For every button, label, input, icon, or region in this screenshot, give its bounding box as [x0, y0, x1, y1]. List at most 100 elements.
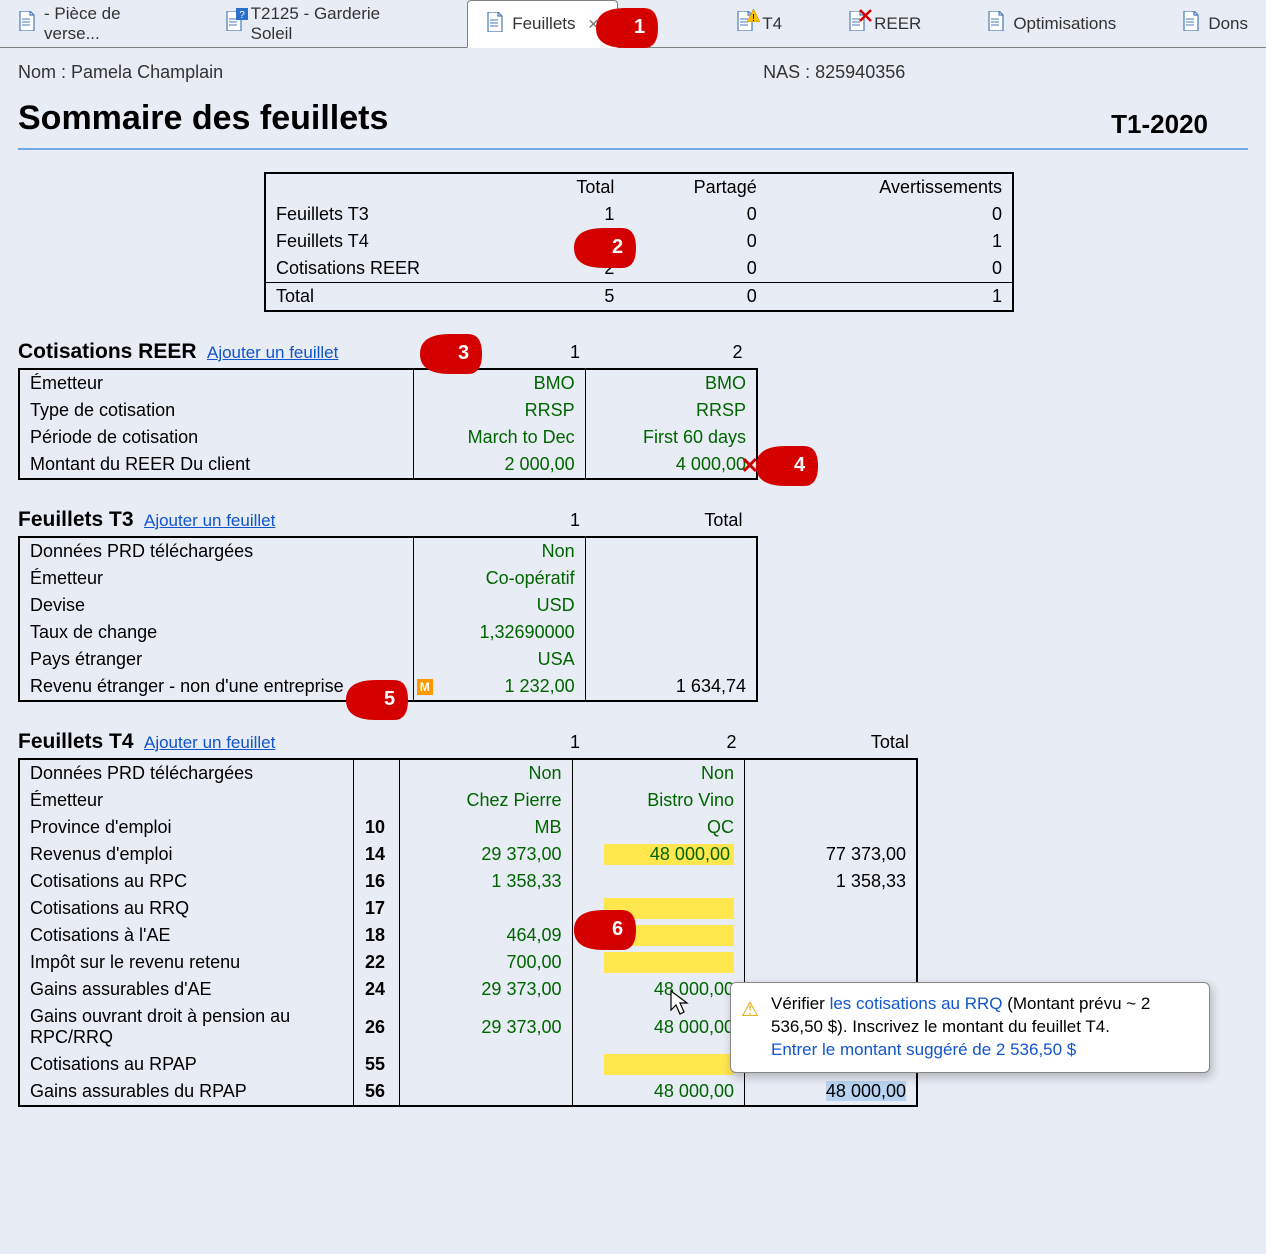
total-cell	[744, 814, 917, 841]
slip-cell[interactable]: 29 373,00	[400, 1003, 572, 1051]
slip-cell[interactable]	[572, 949, 744, 976]
row-label: Province d'emploi	[19, 814, 354, 841]
tab-feuillets[interactable]: Feuillets ✕	[467, 0, 618, 48]
section-t3: Feuillets T3 Ajouter un feuillet 1 Total…	[18, 508, 1248, 702]
box-number: 17	[354, 895, 400, 922]
col-total: Total	[584, 510, 742, 531]
tab-bar: - Pièce de verse... ? T2125 - Garderie S…	[0, 0, 1266, 48]
row-label: Impôt sur le revenu retenu	[19, 949, 354, 976]
row-label: Gains assurables du RPAP	[19, 1078, 354, 1106]
total-cell	[744, 787, 917, 814]
slip-cell[interactable]: 1 358,33	[400, 868, 572, 895]
box-number	[354, 787, 400, 814]
table-row: Gains assurables du RPAP5648 000,0048 00…	[19, 1078, 917, 1106]
divider	[18, 148, 1248, 150]
box-number: 16	[354, 868, 400, 895]
tab-label: - Pièce de verse...	[44, 4, 161, 44]
x-icon	[859, 9, 872, 22]
slip-cell[interactable]: Non	[400, 759, 572, 787]
question-icon: ?	[236, 8, 248, 20]
doc-icon: !	[736, 11, 754, 36]
slip-cell[interactable]	[572, 868, 744, 895]
tab-optimisations[interactable]: Optimisations	[969, 0, 1134, 47]
row-label: Cotisations à l'AE	[19, 922, 354, 949]
doc-icon	[486, 12, 504, 37]
doc-icon	[18, 11, 36, 36]
slip-cell[interactable]: 464,09	[400, 922, 572, 949]
col-total: Total	[741, 732, 909, 753]
close-icon[interactable]: ✕	[588, 16, 600, 33]
row-label: Revenus d'emploi	[19, 841, 354, 868]
doc-icon	[848, 11, 866, 36]
slip-cell[interactable]	[572, 1051, 744, 1078]
tab-dons[interactable]: Dons	[1164, 0, 1266, 47]
svg-text:!: !	[752, 13, 755, 22]
row-label: Cotisations au RPAP	[19, 1051, 354, 1078]
box-number: 24	[354, 976, 400, 1003]
col-1: 1	[18, 732, 580, 753]
tooltip-link-rrq[interactable]: les cotisations au RRQ	[830, 994, 1003, 1013]
client-info: Nom : Pamela Champlain NAS : 825940356	[18, 62, 1248, 83]
tab-piece[interactable]: - Pièce de verse...	[0, 0, 179, 47]
tax-year: T1-2020	[1111, 109, 1208, 140]
slip-cell[interactable]: Non	[572, 759, 744, 787]
box-number: 14	[354, 841, 400, 868]
total-cell	[744, 895, 917, 922]
total-cell	[744, 949, 917, 976]
row-label: Données PRD téléchargées	[19, 759, 354, 787]
warning-tooltip: ⚠ Vérifier les cotisations au RRQ (Monta…	[730, 982, 1210, 1073]
tab-reer[interactable]: REER	[830, 0, 939, 47]
tab-t2125[interactable]: ? T2125 - Garderie Soleil	[207, 0, 420, 47]
slip-cell[interactable]: QC	[572, 814, 744, 841]
slip-cell[interactable]: Chez Pierre	[400, 787, 572, 814]
slip-cell[interactable]: 48 000,00	[572, 976, 744, 1003]
table-row: Province d'emploi10MBQC	[19, 814, 917, 841]
slip-cell[interactable]	[400, 1078, 572, 1106]
tab-label: Dons	[1208, 14, 1248, 34]
warning-icon: !	[747, 9, 760, 22]
slip-cell[interactable]	[400, 1051, 572, 1078]
delete-x-icon[interactable]: ✕	[741, 453, 759, 479]
slip-cell[interactable]	[572, 895, 744, 922]
box-number: 22	[354, 949, 400, 976]
slip-cell[interactable]	[400, 895, 572, 922]
table-row: Données PRD téléchargées NonNon	[19, 759, 917, 787]
col-total: Total	[525, 173, 624, 201]
client-name: Pamela Champlain	[71, 62, 223, 82]
slip-cell[interactable]: 48 000,00	[572, 1078, 744, 1106]
slip-cell[interactable]: Bistro Vino	[572, 787, 744, 814]
slip-cell[interactable]: 700,00	[400, 949, 572, 976]
slip-cell[interactable]: 29 373,00	[400, 976, 572, 1003]
slip-cell[interactable]: MB	[400, 814, 572, 841]
box-number: 10	[354, 814, 400, 841]
reer-table: ÉmetteurBMOBMO Type de cotisationRRSPRRS…	[18, 368, 758, 480]
row-label: Cotisations au RPC	[19, 868, 354, 895]
row-label: Émetteur	[19, 787, 354, 814]
slip-cell[interactable]	[572, 922, 744, 949]
slip-cell[interactable]: 48 000,00	[572, 841, 744, 868]
slip-cell[interactable]: 48 000,00	[572, 1003, 744, 1051]
client-sin: 825940356	[815, 62, 905, 82]
slip-cell[interactable]: 29 373,00	[400, 841, 572, 868]
page-title: Sommaire des feuillets	[18, 99, 388, 138]
table-row: Impôt sur le revenu retenu22700,00	[19, 949, 917, 976]
box-number: 56	[354, 1078, 400, 1106]
table-row: Cotisations au RPC161 358,331 358,33	[19, 868, 917, 895]
m-badge: M	[417, 679, 433, 695]
total-cell: 77 373,00	[744, 841, 917, 868]
row-label: Gains assurables d'AE	[19, 976, 354, 1003]
table-row: Cotisations à l'AE18464,09	[19, 922, 917, 949]
col-2: 2	[584, 342, 742, 363]
doc-icon: ?	[225, 11, 243, 36]
doc-icon	[1182, 11, 1200, 36]
tooltip-link-suggested[interactable]: Entrer le montant suggéré de 2 536,50 $	[771, 1040, 1076, 1059]
total-cell: 1 358,33	[744, 868, 917, 895]
tab-label: REER	[874, 14, 921, 34]
col-2: 2	[584, 732, 736, 753]
table-row: Cotisations au RRQ17	[19, 895, 917, 922]
section-reer: Cotisations REER Ajouter un feuillet 1 2…	[18, 340, 1248, 480]
col-1: 1	[18, 510, 580, 531]
col-1: 1	[18, 342, 580, 363]
total-cell	[744, 759, 917, 787]
tab-t4[interactable]: ! T4	[718, 0, 800, 47]
